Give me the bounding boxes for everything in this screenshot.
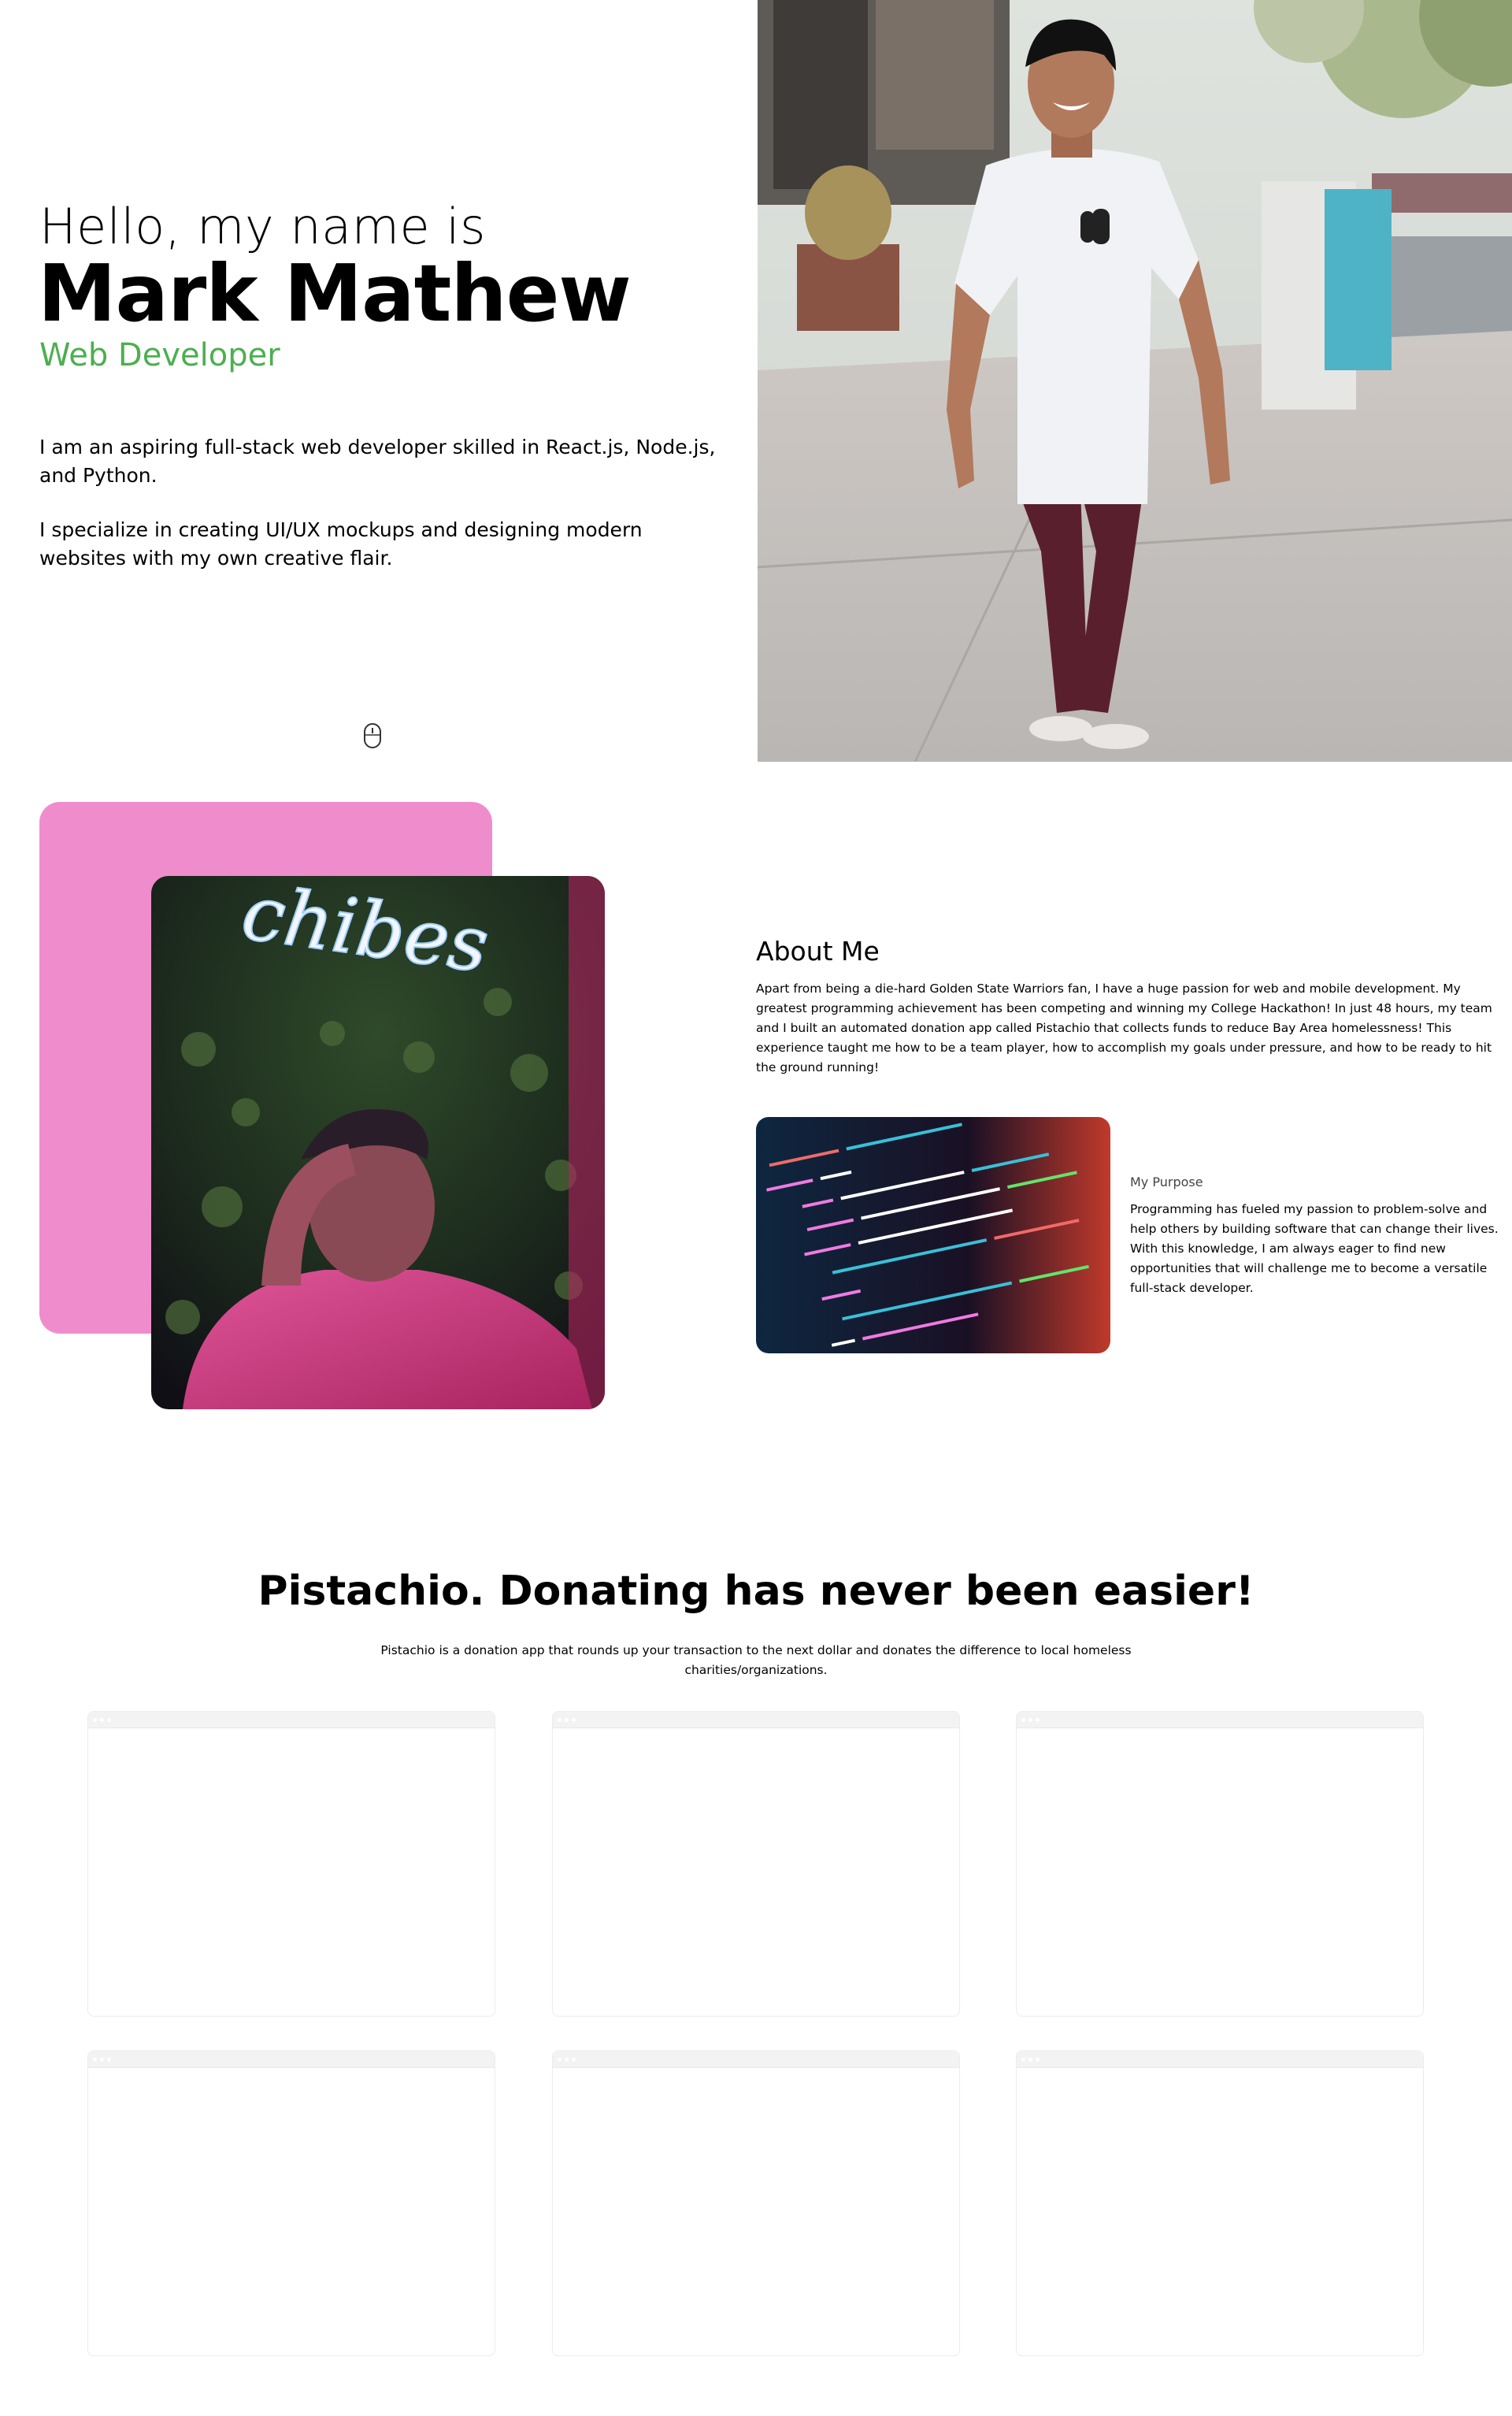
project-screenshot-card[interactable]	[1016, 1711, 1424, 2017]
window-dot-icon	[1021, 1717, 1025, 1722]
hero-role: Web Developer	[39, 337, 280, 373]
browser-window-bar	[88, 1712, 495, 1728]
browser-window-bar	[88, 2051, 495, 2068]
code-screen-photo	[756, 1117, 1110, 1353]
project-screenshot-card[interactable]	[87, 1711, 495, 2017]
purpose-title: My Purpose	[1130, 1175, 1203, 1189]
window-dot-icon	[1028, 1717, 1032, 1722]
window-dot-icon	[1021, 2057, 1025, 2062]
browser-window-bar	[553, 2051, 959, 2068]
window-dot-icon	[565, 1717, 569, 1722]
project-screenshot-card[interactable]	[1016, 2050, 1424, 2356]
window-dot-icon	[572, 1717, 576, 1722]
window-dot-icon	[565, 2057, 569, 2062]
window-dot-icon	[100, 2057, 104, 2062]
window-dot-icon	[107, 1717, 111, 1722]
about-title: About Me	[756, 936, 880, 967]
hero-name: Mark Mathew	[38, 247, 632, 340]
project-screenshot-card[interactable]	[552, 1711, 960, 2017]
window-dot-icon	[572, 2057, 576, 2062]
window-dot-icon	[1036, 1717, 1040, 1722]
project-screenshot-card[interactable]	[552, 2050, 960, 2356]
hero-intro-design: I specialize in creating UI/UX mockups a…	[39, 518, 643, 570]
about-portrait-photo: chibes	[151, 876, 605, 1409]
mouse-scroll-icon[interactable]	[363, 722, 382, 749]
project-description: Pistachio is a donation app that rounds …	[380, 1643, 1132, 1677]
browser-window-bar	[553, 1712, 959, 1728]
browser-window-bar	[1017, 1712, 1423, 1728]
about-body: Apart from being a die-hard Golden State…	[756, 982, 1492, 1074]
window-dot-icon	[558, 1717, 561, 1722]
window-dot-icon	[107, 2057, 111, 2062]
window-dot-icon	[93, 1717, 97, 1722]
purpose-body: Programming has fueled my passion to pro…	[1130, 1202, 1499, 1295]
hero-intro-skills: I am an aspiring full-stack web develope…	[39, 436, 716, 487]
window-dot-icon	[1036, 2057, 1040, 2062]
window-dot-icon	[100, 1717, 104, 1722]
window-dot-icon	[93, 2057, 97, 2062]
window-dot-icon	[1028, 2057, 1032, 2062]
project-title: Pistachio. Donating has never been easie…	[258, 1568, 1254, 1615]
project-screenshot-card[interactable]	[87, 2050, 495, 2356]
browser-window-bar	[1017, 2051, 1423, 2068]
hero-portrait-photo	[758, 0, 1512, 762]
window-dot-icon	[558, 2057, 561, 2062]
